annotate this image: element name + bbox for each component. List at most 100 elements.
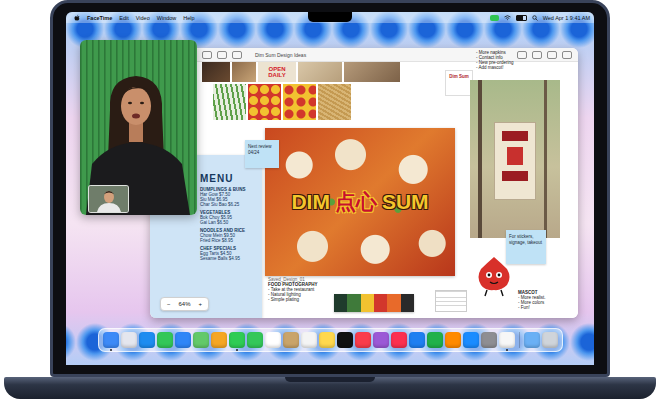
dock-app-icon[interactable] bbox=[229, 332, 245, 348]
dock-app-icon[interactable] bbox=[337, 332, 353, 348]
color-swatch[interactable] bbox=[401, 294, 414, 312]
notes-item: - Fun! bbox=[518, 305, 576, 310]
poster-text: OPEN DAILY bbox=[262, 66, 292, 78]
image[interactable] bbox=[248, 84, 281, 120]
image[interactable] bbox=[318, 84, 351, 120]
mascot-notes[interactable]: MASCOT- More realist.- More colors- Fun! bbox=[518, 290, 576, 310]
search-icon[interactable] bbox=[532, 15, 538, 21]
dock-app-icon[interactable] bbox=[193, 332, 209, 348]
photo-notes[interactable]: Saved_Design_01FOOD PHOTOGRAPHY- Take at… bbox=[268, 277, 332, 302]
dock-app-icon[interactable] bbox=[175, 332, 191, 348]
color-swatch[interactable] bbox=[374, 294, 387, 312]
dim-sum-poster[interactable]: DIM点心SUM bbox=[265, 128, 455, 276]
menu-item[interactable]: Help bbox=[183, 15, 194, 21]
menu-title: MENU bbox=[200, 173, 258, 184]
todo-item[interactable]: - Contact info bbox=[476, 55, 526, 60]
clock[interactable]: Wed Apr 1 9:41 AM bbox=[543, 15, 590, 21]
image[interactable] bbox=[213, 84, 246, 120]
dock-app-icon[interactable] bbox=[373, 332, 389, 348]
menu-item: Char Siu Bao $6.25 bbox=[200, 202, 258, 207]
dock-app-icon[interactable] bbox=[524, 332, 540, 348]
photo[interactable] bbox=[202, 62, 230, 82]
dock-app-icon[interactable] bbox=[499, 332, 515, 348]
open-daily-poster[interactable]: OPEN DAILY bbox=[258, 62, 296, 82]
zoom-control: − 64% + bbox=[160, 297, 209, 311]
board-canvas[interactable]: OPEN DAILYDim SumMENUDUMPLINGS & BUNSHar… bbox=[150, 62, 578, 318]
photo[interactable] bbox=[344, 62, 400, 82]
facetime-window[interactable] bbox=[80, 40, 197, 215]
notes-item: - Take at the restaurant bbox=[268, 287, 332, 292]
tool-icon[interactable] bbox=[202, 51, 212, 59]
dock-app-icon[interactable] bbox=[211, 332, 227, 348]
dock-app-icon[interactable] bbox=[247, 332, 263, 348]
dock-app-icon[interactable] bbox=[409, 332, 425, 348]
laptop-lid: FaceTime Edit Video Window Help Wed Apr 1 9:4… bbox=[50, 0, 610, 377]
menu-item: Egg Tarts $4.50 bbox=[200, 251, 258, 256]
tool-icon[interactable] bbox=[547, 51, 557, 59]
design-card[interactable]: Dim Sum bbox=[445, 70, 473, 96]
dock-separator bbox=[519, 332, 520, 348]
notes-item: - Natural lighting bbox=[268, 292, 332, 297]
dock-app-icon[interactable] bbox=[481, 332, 497, 348]
dock-app-icon[interactable] bbox=[283, 332, 299, 348]
toolbar-right bbox=[517, 51, 572, 59]
mascot-icon[interactable] bbox=[475, 255, 513, 297]
color-palette[interactable] bbox=[334, 294, 414, 312]
zoom-level[interactable]: 64% bbox=[179, 301, 191, 307]
color-swatch[interactable] bbox=[361, 294, 374, 312]
dock-app-icon[interactable] bbox=[391, 332, 407, 348]
zoom-in-button[interactable]: + bbox=[199, 301, 203, 307]
todo-item[interactable]: - Add mascot! bbox=[476, 65, 526, 70]
menu-item[interactable]: Window bbox=[157, 15, 177, 21]
status-area: Wed Apr 1 9:41 AM bbox=[490, 15, 590, 21]
poster-word: SUM bbox=[382, 190, 429, 214]
photo[interactable] bbox=[298, 62, 342, 82]
freeform-window[interactable]: Dim Sum Design Ideas- More napkins- Cont… bbox=[150, 48, 578, 318]
screen: FaceTime Edit Video Window Help Wed Apr 1 9:4… bbox=[66, 12, 594, 365]
dock bbox=[98, 328, 563, 352]
dock-app-icon[interactable] bbox=[542, 332, 558, 348]
dock-app-icon[interactable] bbox=[265, 332, 281, 348]
tool-icon[interactable] bbox=[532, 51, 542, 59]
dock-app-icon[interactable] bbox=[103, 332, 119, 348]
card-label: Dim Sum bbox=[449, 74, 469, 79]
dock-app-icon[interactable] bbox=[121, 332, 137, 348]
tool-icon[interactable] bbox=[232, 51, 242, 59]
opening-lip bbox=[285, 377, 375, 382]
wifi-icon[interactable] bbox=[504, 15, 511, 21]
todo-list[interactable]: - More napkins- Contact info- New pre-or… bbox=[476, 50, 526, 70]
dock-app-icon[interactable] bbox=[355, 332, 371, 348]
apple-icon[interactable] bbox=[74, 14, 80, 21]
battery-icon[interactable] bbox=[516, 15, 527, 21]
sign bbox=[494, 122, 536, 200]
sticky-note[interactable]: Next review 04/24 bbox=[245, 140, 279, 168]
photo[interactable] bbox=[232, 62, 256, 82]
menu-item[interactable]: Edit bbox=[119, 15, 128, 21]
dock-app-icon[interactable] bbox=[301, 332, 317, 348]
tool-icon[interactable] bbox=[217, 51, 227, 59]
document-thumbnail[interactable] bbox=[435, 290, 467, 312]
app-menu[interactable]: FaceTime bbox=[87, 15, 112, 21]
todo-item[interactable]: - New pre-ordering bbox=[476, 60, 526, 65]
image[interactable] bbox=[283, 84, 316, 120]
dock-app-icon[interactable] bbox=[157, 332, 173, 348]
tool-icon[interactable] bbox=[517, 51, 527, 59]
tool-icon[interactable] bbox=[562, 51, 572, 59]
dock-app-icon[interactable] bbox=[319, 332, 335, 348]
sticky-note[interactable]: For stickers, signage, takeout bbox=[506, 230, 546, 264]
menu-item[interactable]: Video bbox=[136, 15, 150, 21]
color-swatch[interactable] bbox=[387, 294, 400, 312]
color-swatch[interactable] bbox=[334, 294, 347, 312]
dock-app-icon[interactable] bbox=[427, 332, 443, 348]
menu-heading: DUMPLINGS & BUNS bbox=[200, 187, 258, 192]
dock-app-icon[interactable] bbox=[463, 332, 479, 348]
running-indicator bbox=[506, 349, 508, 351]
dock-app-icon[interactable] bbox=[445, 332, 461, 348]
storefront-photo[interactable] bbox=[470, 80, 560, 238]
todo-item[interactable]: - More napkins bbox=[476, 50, 526, 55]
menu-heading: NOODLES AND RICE bbox=[200, 228, 258, 233]
color-swatch[interactable] bbox=[347, 294, 360, 312]
zoom-out-button[interactable]: − bbox=[167, 301, 171, 307]
facetime-status-icon[interactable] bbox=[490, 15, 499, 21]
dock-app-icon[interactable] bbox=[139, 332, 155, 348]
